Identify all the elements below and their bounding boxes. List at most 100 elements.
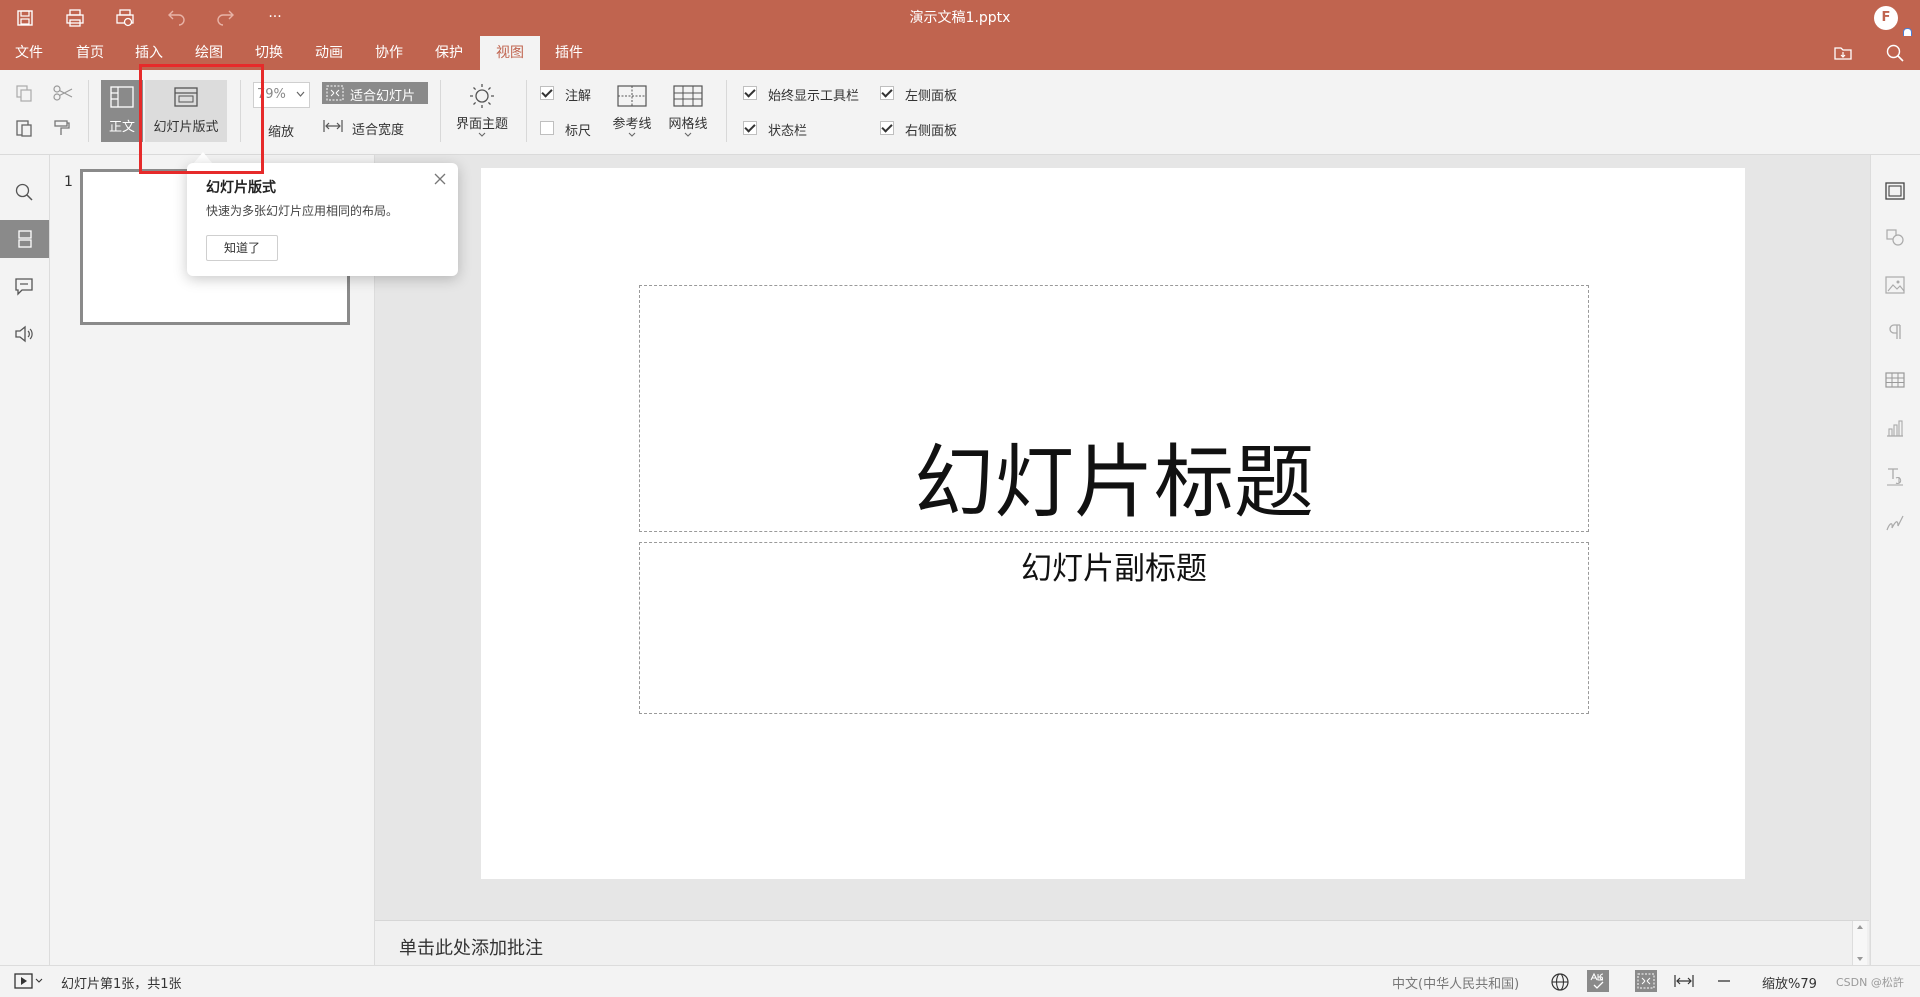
- interface-theme-button[interactable]: 界面主题: [449, 80, 515, 144]
- left-panel-label: 左侧面板: [905, 89, 958, 104]
- guides-label: 参考线: [612, 117, 652, 132]
- tab-collaborate[interactable]: 协作: [364, 36, 414, 70]
- fit-slide-button[interactable]: 适合幻灯片: [322, 82, 428, 104]
- chevron-down-icon: [478, 132, 486, 138]
- print-preview-icon[interactable]: [113, 6, 137, 30]
- zoom-status[interactable]: 缩放%79: [1762, 973, 1817, 992]
- normal-view-icon: [109, 85, 135, 109]
- separator: [240, 80, 241, 142]
- thumbnail-number: 1: [64, 174, 73, 190]
- slides-panel-button[interactable]: [0, 220, 49, 258]
- status-bar: [0, 965, 1920, 997]
- notes-scrollbar[interactable]: [1852, 921, 1867, 965]
- normal-view-label: 正文: [108, 120, 135, 135]
- separator: [440, 80, 441, 142]
- spellcheck-icon[interactable]: [1587, 970, 1609, 992]
- slide-info: 幻灯片第1张，共1张: [61, 977, 182, 992]
- zoom-value: 79%: [257, 87, 286, 102]
- fit-slide-status-icon[interactable]: [1635, 970, 1657, 992]
- normal-view-button[interactable]: 正文: [101, 80, 143, 142]
- title-placeholder[interactable]: 幻灯片标题: [639, 285, 1589, 532]
- fit-width-icon: [322, 117, 344, 135]
- text-art-icon[interactable]: [1884, 465, 1906, 487]
- slideshow-icon[interactable]: [14, 973, 44, 989]
- tooltip-title: 幻灯片版式: [206, 180, 276, 196]
- subtitle-placeholder[interactable]: 幻灯片副标题: [639, 542, 1589, 714]
- tab-file[interactable]: 文件: [4, 36, 54, 70]
- guides-icon: [617, 85, 647, 107]
- undo-icon[interactable]: [165, 6, 189, 30]
- tab-insert[interactable]: 插入: [124, 36, 174, 70]
- gridlines-button[interactable]: 网格线: [662, 80, 714, 144]
- slide-title: 幻灯片标题: [914, 436, 1314, 529]
- speaker-icon[interactable]: [13, 323, 35, 345]
- format-painter-icon[interactable]: [52, 118, 72, 138]
- notes-placeholder: 单击此处添加批注: [399, 938, 543, 959]
- comments-icon[interactable]: [13, 275, 35, 297]
- slide-master-tooltip: 幻灯片版式 快速为多张幻灯片应用相同的布局。 知道了: [187, 163, 458, 276]
- notes-label: 注解: [565, 89, 592, 104]
- globe-icon[interactable]: [1550, 972, 1570, 992]
- paste-icon[interactable]: [14, 118, 34, 138]
- fit-width-status-icon[interactable]: [1673, 972, 1695, 990]
- fit-width-label[interactable]: 适合宽度: [352, 119, 404, 138]
- slide-settings-icon[interactable]: [1884, 181, 1906, 201]
- fit-slide-label: 适合幻灯片: [350, 89, 416, 104]
- right-panel-checkbox[interactable]: [880, 121, 894, 135]
- tooltip-body: 快速为多张幻灯片应用相同的布局。: [206, 204, 399, 218]
- print-icon[interactable]: [63, 6, 87, 30]
- redo-icon[interactable]: [213, 6, 237, 30]
- shape-icon[interactable]: [1884, 227, 1906, 247]
- chart-icon[interactable]: [1884, 418, 1906, 438]
- got-it-button[interactable]: 知道了: [206, 235, 278, 261]
- search-icon[interactable]: [13, 181, 35, 203]
- separator: [88, 80, 89, 142]
- search-icon[interactable]: [1884, 42, 1906, 64]
- language-status[interactable]: 中文(中华人民共和国): [1392, 973, 1519, 992]
- tab-protect[interactable]: 保护: [424, 36, 474, 70]
- always-show-toolbar-checkbox[interactable]: [743, 86, 757, 100]
- image-icon[interactable]: [1884, 275, 1906, 295]
- separator: [726, 80, 727, 142]
- notes-area[interactable]: 单击此处添加批注: [375, 920, 1869, 966]
- cut-icon[interactable]: [52, 83, 74, 103]
- copy-icon[interactable]: [14, 83, 34, 103]
- zoom-out-icon[interactable]: [1714, 972, 1734, 990]
- statusbar-checkbox[interactable]: [743, 121, 757, 135]
- zoom-label: 缩放: [268, 125, 295, 140]
- slide-master-label: 幻灯片版式: [153, 120, 219, 135]
- ruler-label: 标尺: [565, 124, 592, 139]
- avatar[interactable]: F: [1874, 6, 1898, 30]
- signature-icon[interactable]: [1884, 512, 1906, 534]
- tab-home[interactable]: 首页: [65, 36, 115, 70]
- tab-plugins[interactable]: 插件: [544, 36, 594, 70]
- chevron-down-icon: [684, 132, 692, 138]
- chevron-down-icon: [296, 90, 305, 98]
- close-icon[interactable]: [432, 171, 448, 187]
- paragraph-icon[interactable]: [1884, 322, 1906, 342]
- zoom-select[interactable]: 79%: [253, 82, 310, 108]
- tab-transition[interactable]: 切换: [244, 36, 294, 70]
- save-icon[interactable]: [13, 6, 37, 30]
- table-icon[interactable]: [1884, 370, 1906, 390]
- gridlines-label: 网格线: [668, 117, 708, 132]
- slides-icon: [14, 228, 36, 250]
- watermark: CSDN @松許: [1836, 976, 1904, 989]
- more-icon[interactable]: ···: [263, 6, 287, 30]
- slide-layout-icon: [173, 85, 199, 109]
- tab-draw[interactable]: 绘图: [184, 36, 234, 70]
- separator: [526, 80, 527, 142]
- tab-view[interactable]: 视图: [480, 36, 540, 70]
- notes-checkbox[interactable]: [540, 86, 554, 100]
- open-folder-icon[interactable]: [1832, 42, 1854, 64]
- slide-subtitle: 幻灯片副标题: [1021, 551, 1207, 587]
- slide-master-button[interactable]: 幻灯片版式: [145, 80, 227, 142]
- interface-theme-label: 界面主题: [455, 117, 508, 132]
- left-panel-checkbox[interactable]: [880, 86, 894, 100]
- tab-animation[interactable]: 动画: [304, 36, 354, 70]
- fit-slide-icon: [326, 85, 344, 101]
- chevron-down-icon: [628, 132, 636, 138]
- right-panel-label: 右侧面板: [905, 124, 958, 139]
- ruler-checkbox[interactable]: [540, 121, 554, 135]
- guides-button[interactable]: 参考线: [606, 80, 658, 144]
